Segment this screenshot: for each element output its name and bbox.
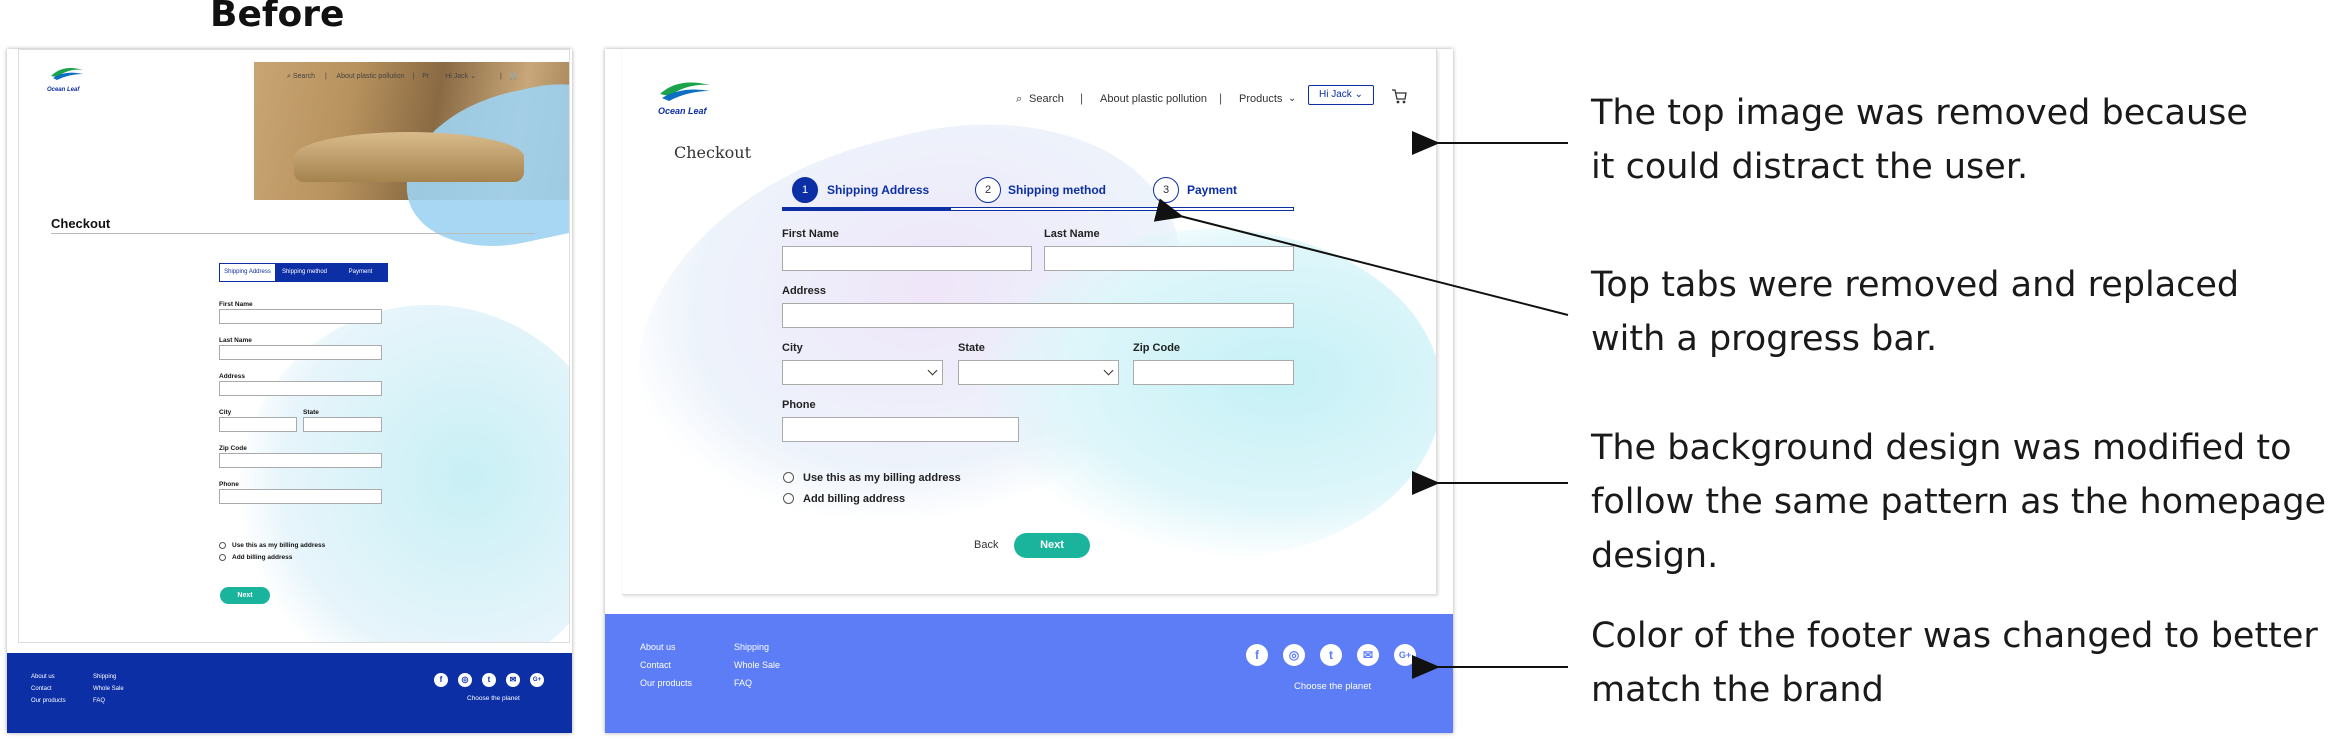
annotation-1: The top image was removed because it cou… (1591, 86, 2248, 194)
annotation-4: Color of the footer was changed to bette… (1591, 609, 2318, 717)
annotation-line: The top image was removed because (1591, 93, 2248, 133)
annotation-line: Color of the footer was changed to bette… (1591, 616, 2318, 656)
annotation-line: it could distract the user. (1591, 147, 2029, 187)
annotation-2: Top tabs were removed and replaced with … (1591, 258, 2239, 366)
annotation-line: The background design was modified to (1591, 428, 2292, 468)
arrow-2 (1153, 198, 1569, 316)
annotation-line: match the brand (1591, 670, 1884, 710)
annotation-line: Top tabs were removed and replaced (1591, 265, 2240, 305)
annotation-line: follow the same pattern as the homepage (1591, 482, 2327, 522)
annotation-line: with a progress bar. (1591, 319, 1938, 359)
annotation-line: design. (1591, 536, 1719, 576)
annotation-3: The background design was modified to fo… (1591, 421, 2326, 583)
